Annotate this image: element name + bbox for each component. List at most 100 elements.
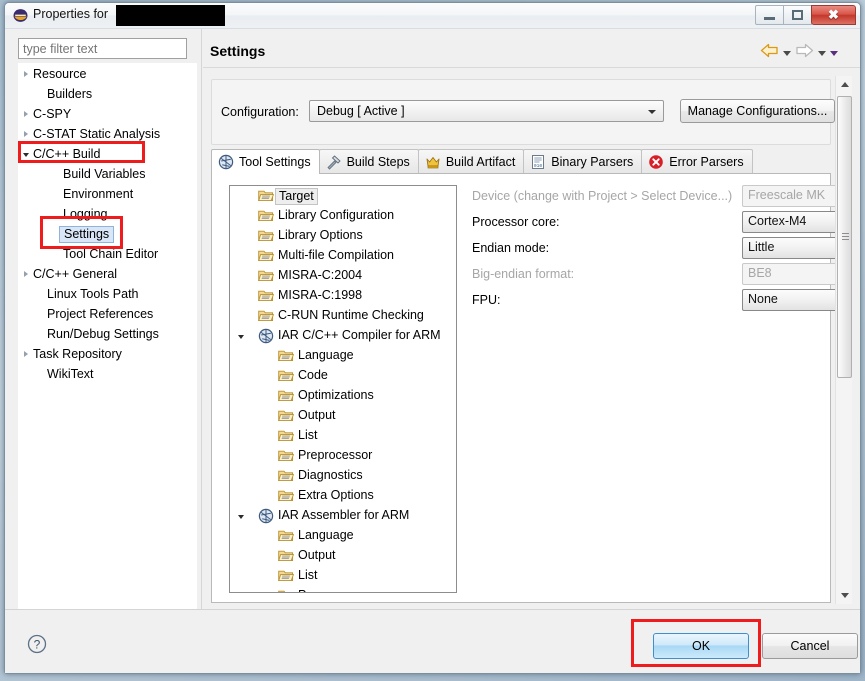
tool-tree-item[interactable]: MISRA-C:2004 [230,266,456,286]
tool-tree-item[interactable]: IAR Assembler for ARM [230,506,456,526]
sidebar-item-logging[interactable]: Logging [19,204,196,224]
tool-tree-item[interactable]: Extra Options [230,486,456,506]
sidebar-item-project-references[interactable]: Project References [19,304,196,324]
tool-tree-item[interactable]: Optimizations [230,386,456,406]
sidebar-item-settings[interactable]: Settings [19,224,196,244]
tool-tree-item[interactable]: Multi-file Compilation [230,246,456,266]
twisty-expanded-icon[interactable] [19,144,33,164]
sidebar-item-environment[interactable]: Environment [19,184,196,204]
tool-tree-item-label: C-RUN Runtime Checking [278,308,424,322]
tool-tree-item-label: Multi-file Compilation [278,248,395,262]
tab-error-parsers[interactable]: Error Parsers [641,149,753,174]
triangle-down-icon [840,593,849,598]
sidebar-item-tool-chain-editor[interactable]: Tool Chain Editor [19,244,196,264]
eclipse-icon [13,8,28,23]
sidebar-item-resource[interactable]: Resource [19,64,196,84]
sidebar-item-run-debug-settings[interactable]: Run/Debug Settings [19,324,196,344]
scrollbar-thumb[interactable] [837,96,852,378]
tab-label: Tool Settings [239,155,311,169]
cancel-button[interactable]: Cancel [762,633,858,659]
settings-category-tree[interactable]: Resource Builders C-SPY C-STAT Static Analy… [18,63,197,640]
twisty-expanded-icon[interactable] [238,335,244,339]
tool-tree-item[interactable]: Code [230,366,456,386]
tool-tree-item[interactable]: Library Options [230,226,456,246]
tool-tree-item[interactable]: Output [230,546,456,566]
configuration-dropdown[interactable]: Debug [ Active ] [309,100,664,122]
tool-tree-item[interactable]: Preprocessor [230,586,456,592]
tool-tree-item[interactable]: List [230,426,456,446]
tool-tree-item[interactable]: C-RUN Runtime Checking [230,306,456,326]
tool-tree-item[interactable]: Output [230,406,456,426]
forward-arrow-icon[interactable] [795,43,814,63]
tool-category-tree[interactable]: Target Library Configuration Library Optio… [229,185,457,593]
sidebar-item-c-stat-static-analysis[interactable]: C-STAT Static Analysis [19,124,196,144]
sidebar-item-label: Tool Chain Editor [63,247,159,261]
tab-build-steps[interactable]: Build Steps [318,149,419,174]
twisty-collapsed-icon[interactable] [19,264,33,284]
twisty-collapsed-icon[interactable] [19,64,33,84]
twisty-expanded-icon[interactable] [238,515,244,519]
scroll-up-button[interactable] [836,76,853,93]
tool-tree-item[interactable]: Language [230,526,456,546]
filter-input[interactable] [18,38,187,59]
properties-dialog: Properties for ✖ Resource Builders C-SPY C-… [4,2,861,674]
binary-parsers-icon: 010 [530,154,546,170]
scroll-down-button[interactable] [836,587,853,604]
tab-label: Build Artifact [445,155,516,169]
close-button[interactable]: ✖ [811,5,856,25]
twisty-collapsed-icon[interactable] [19,124,33,144]
tool-tree-item[interactable]: Preprocessor [230,446,456,466]
sidebar-item-c-c-general[interactable]: C/C++ General [19,264,196,284]
folder-icon [258,308,275,323]
manage-configurations-button[interactable]: Manage Configurations... [680,99,835,123]
tool-tree-item-label: Language [298,348,354,362]
folder-icon [278,448,295,463]
sidebar-item-label: Environment [63,187,134,201]
ok-button[interactable]: OK [653,633,749,659]
tool-tree-item[interactable]: Target [230,186,456,206]
forward-dropdown-icon[interactable] [818,50,826,56]
configuration-label: Configuration: [221,105,299,119]
tool-tree-item-label: IAR C/C++ Compiler for ARM [278,328,441,342]
back-dropdown-icon[interactable] [783,50,791,56]
sidebar-item-label: C/C++ Build [33,147,101,161]
tool-tree-item[interactable]: Library Configuration [230,206,456,226]
tab-build-artifact[interactable]: Build Artifact [417,149,525,174]
twisty-collapsed-icon[interactable] [19,104,33,124]
tool-tree-item[interactable]: Language [230,346,456,366]
build-steps-icon [326,154,342,170]
sidebar-item-label: Project References [47,307,154,321]
tab-binary-parsers[interactable]: 010 Binary Parsers [523,149,643,174]
sidebar-item-task-repository[interactable]: Task Repository [19,344,196,364]
form-row: Big-endian format: BE8 [464,263,852,289]
tool-tree-item-label: Extra Options [298,488,374,502]
title-divider [203,67,860,68]
tool-tree-item[interactable]: IAR C/C++ Compiler for ARM [230,326,456,346]
sidebar-item-build-variables[interactable]: Build Variables [19,164,196,184]
sidebar-item-label: Linux Tools Path [47,287,139,301]
sidebar-item-linux-tools-path[interactable]: Linux Tools Path [19,284,196,304]
view-menu-icon[interactable] [830,50,838,56]
form-row: Endian mode: Little [464,237,852,263]
tool-tree-item[interactable]: List [230,566,456,586]
tool-settings-icon [218,154,234,170]
tool-tree-item[interactable]: MISRA-C:1998 [230,286,456,306]
tab-tool-settings[interactable]: Tool Settings [211,149,320,174]
minimize-button[interactable] [755,5,784,25]
folder-icon [278,408,295,423]
back-arrow-icon[interactable] [760,43,779,63]
sidebar-item-c-spy[interactable]: C-SPY [19,104,196,124]
sidebar-item-builders[interactable]: Builders [19,84,196,104]
tool-tree-item[interactable]: Diagnostics [230,466,456,486]
tool-tree-item-label: Target [275,188,318,205]
tab-label: Error Parsers [669,155,744,169]
sidebar-item-c-c-build[interactable]: C/C++ Build [19,144,196,164]
settings-scrollbar[interactable] [835,76,852,604]
sidebar-item-label: Run/Debug Settings [47,327,159,341]
twisty-collapsed-icon[interactable] [19,344,33,364]
tool-tree-item-label: Library Configuration [278,208,395,222]
sidebar-item-wikitext[interactable]: WikiText [19,364,196,384]
help-icon[interactable]: ? [27,634,47,654]
restore-button[interactable] [783,5,812,25]
tab-label: Binary Parsers [551,155,634,169]
